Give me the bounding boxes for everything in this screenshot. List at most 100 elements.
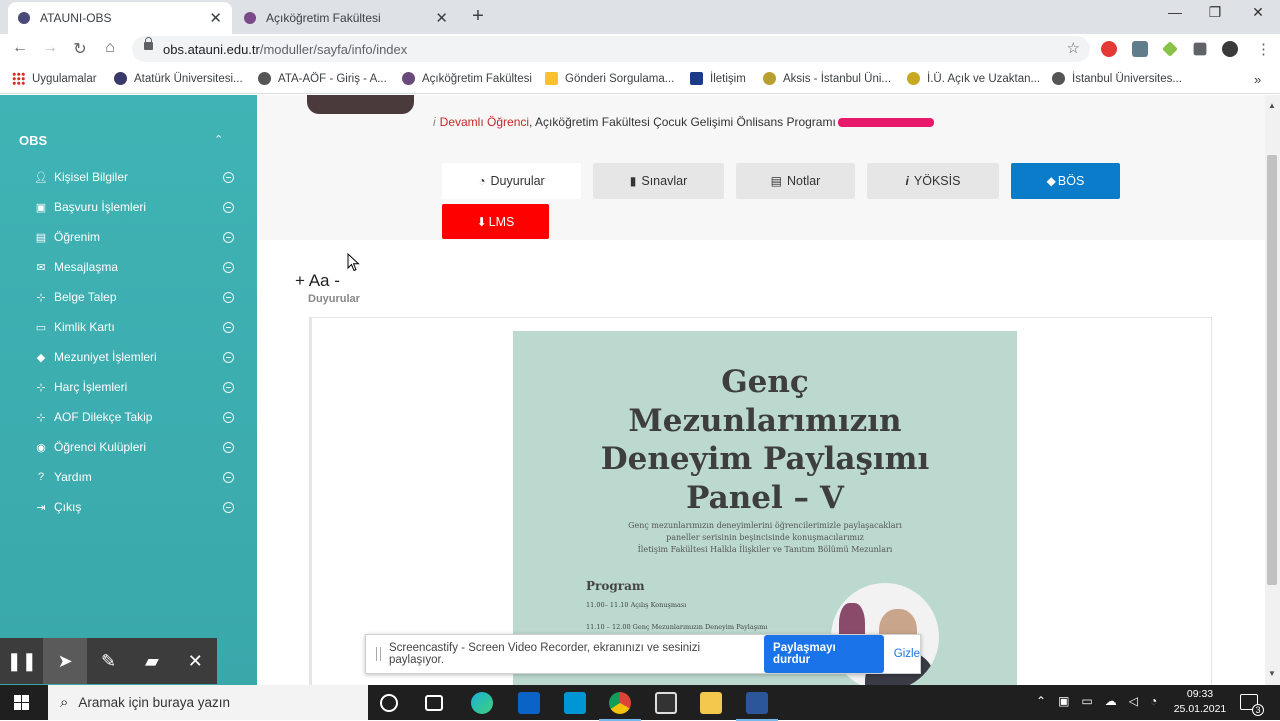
new-tab-button[interactable]: + (468, 5, 488, 28)
expand-circle-icon[interactable] (223, 171, 234, 183)
chrome-icon[interactable] (599, 692, 641, 721)
expand-circle-icon[interactable] (223, 321, 234, 333)
bookmark-iu[interactable]: İstanbul Üniversites... (1052, 72, 1182, 85)
bookmark-atauni[interactable]: Atatürk Üniversitesi... (114, 72, 243, 85)
forward-button[interactable]: → (40, 39, 60, 57)
sitemap-icon: ⊹ (36, 411, 46, 424)
sidebar-item-ogrenim[interactable]: ▤ Öğrenim (34, 227, 234, 247)
extensions-puzzle-icon[interactable] (1193, 42, 1207, 56)
collapse-caret-icon[interactable]: ⌃ (214, 133, 223, 146)
expand-circle-icon[interactable] (223, 381, 234, 393)
bookmark-apps[interactable]: Uygulamalar (12, 72, 97, 85)
taskbar-clock[interactable]: 09:33 25.01.2021 (1170, 687, 1230, 717)
onedrive-icon[interactable]: ☁ (1105, 694, 1117, 708)
close-tab-icon[interactable]: ✕ (209, 9, 222, 27)
page-scrollbar[interactable]: ▲ ▼ (1265, 95, 1280, 685)
expand-circle-icon[interactable] (223, 501, 234, 513)
notlar-button[interactable]: ▤ Notlar (736, 163, 855, 199)
sidebar-item-kisisel-bilgiler[interactable]: 👤︎ Kişisel Bilgiler (34, 167, 234, 187)
bookmark-aksis[interactable]: Aksis - İstanbul Üni... (763, 72, 891, 85)
sidebar-item-kulupler[interactable]: ◉ Öğrenci Kulüpleri (34, 437, 234, 457)
screencastify-notification: Screencastify - Screen Video Recorder, e… (365, 634, 921, 674)
expand-circle-icon[interactable] (223, 441, 234, 453)
file-explorer-icon[interactable] (700, 692, 722, 714)
letter-a-icon (690, 72, 703, 85)
sidebar-item-basvuru[interactable]: ▣ Başvuru İşlemleri (34, 197, 234, 217)
eraser-icon[interactable]: ▰ (130, 638, 173, 684)
tab-acikogretim[interactable]: Açıköğretim Fakültesi ✕ (234, 2, 458, 34)
browser-menu-icon[interactable]: ⋮ (1256, 40, 1271, 58)
maximize-button[interactable]: ❐ (1200, 4, 1230, 21)
tray-expand-icon[interactable]: ⌃ (1036, 694, 1046, 708)
close-icon[interactable]: ✕ (174, 638, 217, 684)
pointer-icon[interactable]: ➤ (43, 638, 87, 684)
bookmark-ata-aof[interactable]: ATA-AÖF - Giriş - A... (258, 72, 387, 85)
profile-avatar[interactable] (1222, 41, 1238, 57)
tab-atauni-obs[interactable]: ATAUNI-OBS ✕ (8, 2, 232, 34)
extension-screenshot-icon[interactable] (1132, 41, 1148, 57)
bookmark-iletisim[interactable]: İletişim (690, 72, 746, 85)
expand-circle-icon[interactable] (223, 411, 234, 423)
close-tab-icon[interactable]: ✕ (435, 9, 448, 27)
bookmark-star-icon[interactable]: ☆ (1067, 39, 1080, 57)
home-button[interactable]: ⌂ (100, 39, 120, 57)
back-button[interactable]: ← (10, 39, 30, 57)
sidebar-item-kimlik-karti[interactable]: ▭ Kimlik Kartı (34, 317, 234, 337)
sidebar-item-mezuniyet[interactable]: ◆ Mezuniyet İşlemleri (34, 347, 234, 367)
sidebar-item-belge-talep[interactable]: ⊹ Belge Talep (34, 287, 234, 307)
sidebar-item-harc[interactable]: ⊹ Harç İşlemleri (34, 377, 234, 397)
minimize-button[interactable]: — (1160, 4, 1190, 20)
windows-start-icon[interactable] (14, 695, 30, 711)
font-size-control[interactable]: + Aa - (295, 271, 340, 291)
student-photo (307, 95, 414, 114)
lms-button[interactable]: ⬇ LMS (442, 204, 549, 239)
more-bookmarks-icon[interactable]: » (1254, 72, 1261, 87)
scroll-up-icon[interactable]: ▲ (1268, 101, 1276, 110)
wifi-icon[interactable]: ◔ (1150, 694, 1157, 708)
bookmark-gonderi[interactable]: Gönderi Sorgulama... (545, 72, 674, 85)
bookmark-iu-auzef[interactable]: İ.Ü. Açık ve Uzaktan... (907, 72, 1040, 85)
reload-button[interactable]: ↻ (70, 39, 90, 59)
cortana-icon[interactable] (380, 694, 398, 712)
stop-sharing-button[interactable]: Paylaşmayı durdur (764, 635, 884, 673)
drag-handle-icon[interactable] (376, 647, 381, 661)
volume-icon[interactable]: ◁ (1129, 694, 1138, 708)
camera-app-icon[interactable] (564, 692, 586, 714)
expand-circle-icon[interactable] (223, 351, 234, 363)
expand-circle-icon[interactable] (223, 261, 234, 273)
expand-circle-icon[interactable] (223, 471, 234, 483)
hide-button[interactable]: Gizle (894, 648, 920, 660)
close-window-button[interactable]: ✕ (1243, 4, 1273, 21)
expand-circle-icon[interactable] (223, 201, 234, 213)
pen-icon[interactable]: ✎ (87, 638, 130, 684)
taskbar-search[interactable]: ⌕ Aramak için buraya yazın (48, 685, 368, 720)
store-icon[interactable] (655, 692, 677, 714)
scroll-down-icon[interactable]: ▼ (1268, 669, 1276, 678)
tab-label: ATAUNI-OBS (40, 11, 112, 25)
pause-icon[interactable]: ❚❚ (0, 638, 43, 684)
expand-circle-icon[interactable] (223, 231, 234, 243)
sidebar-item-yardim[interactable]: ? Yardım (34, 467, 234, 487)
sidebar-item-mesajlasma[interactable]: ✉ Mesajlaşma (34, 257, 234, 277)
sidebar-item-cikis[interactable]: ⇥ Çıkış (34, 497, 234, 517)
sidebar-item-aof-dilekce[interactable]: ⊹ AOF Dilekçe Takip (34, 407, 234, 427)
yoksis-button[interactable]: i YÖKSİS (867, 163, 999, 199)
notification-center-icon[interactable]: 3 (1240, 694, 1264, 716)
bookmark-aof[interactable]: Açıköğretim Fakültesi (402, 72, 532, 85)
address-bar[interactable]: obs.atauni.edu.tr/moduller/sayfa/info/in… (132, 36, 1090, 62)
duyurular-button[interactable]: ◔ Duyurular (442, 163, 581, 199)
sinavlar-button[interactable]: ▮ Sınavlar (593, 163, 724, 199)
globe-icon (1052, 72, 1065, 85)
task-view-icon[interactable] (425, 695, 443, 711)
atauni-favicon-icon (18, 12, 30, 24)
expand-circle-icon[interactable] (223, 291, 234, 303)
word-icon[interactable] (736, 692, 778, 721)
battery-icon[interactable]: ▭ (1081, 694, 1092, 708)
atauni-icon (114, 72, 127, 85)
edge-icon[interactable] (471, 692, 493, 714)
meet-now-icon[interactable]: ▣ (1058, 694, 1069, 708)
extension-record-icon[interactable] (1101, 41, 1117, 57)
scroll-thumb[interactable] (1267, 155, 1277, 585)
bos-button[interactable]: ◆ BÖS (1011, 163, 1120, 199)
mail-icon[interactable] (518, 692, 540, 714)
